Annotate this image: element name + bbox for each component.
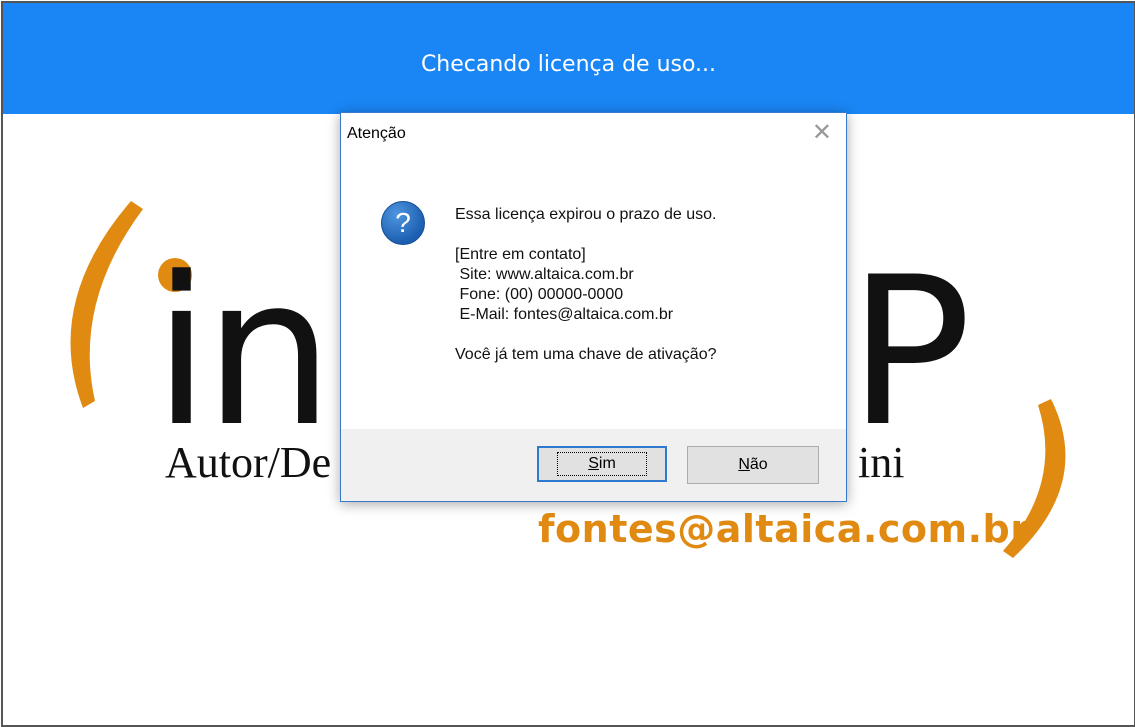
dialog-footer: Sim Não — [341, 429, 846, 501]
message-line: [Entre em contato] — [455, 246, 586, 263]
left-bracket-shape — [70, 201, 143, 408]
message-line: E-Mail: fontes@altaica.com.br — [455, 306, 674, 323]
no-button[interactable]: Não — [687, 446, 819, 484]
message-line: Essa licença expirou o prazo de uso. — [455, 206, 717, 223]
logo-text-left: in — [153, 234, 334, 472]
message-line: ​ — [455, 325, 717, 345]
author-text-left: Autor/De — [165, 438, 332, 487]
header-title: Checando licença de uso... — [420, 52, 717, 77]
message-line: ​ — [455, 225, 717, 245]
question-icon: ? — [381, 201, 425, 245]
no-mnemonic: N — [738, 456, 750, 473]
header-bar: Checando licença de uso... — [3, 3, 1134, 114]
message-line: Você já tem uma chave de ativação? — [455, 346, 717, 363]
close-icon[interactable]: ✕ — [812, 121, 832, 145]
dialog-title: Atenção — [347, 125, 406, 142]
no-button-label: Não — [738, 456, 767, 474]
author-text-right: ini — [858, 438, 905, 487]
message-dialog: Atenção ✕ ? Essa licença expirou o prazo… — [340, 112, 847, 502]
dialog-message: Essa licença expirou o prazo de uso. ​ [… — [455, 205, 717, 365]
message-line: Fone: (00) 00000-0000 — [455, 286, 624, 303]
yes-button-label: Sim — [557, 452, 647, 476]
yes-button[interactable]: Sim — [537, 446, 667, 482]
splash-email: fontes@altaica.com.br — [538, 507, 1030, 551]
yes-label-rest: im — [598, 455, 616, 472]
message-line: Site: www.altaica.com.br — [455, 266, 634, 283]
yes-mnemonic: S — [588, 455, 599, 472]
no-label-rest: ão — [749, 456, 768, 473]
logo-text-right: P — [848, 234, 972, 472]
